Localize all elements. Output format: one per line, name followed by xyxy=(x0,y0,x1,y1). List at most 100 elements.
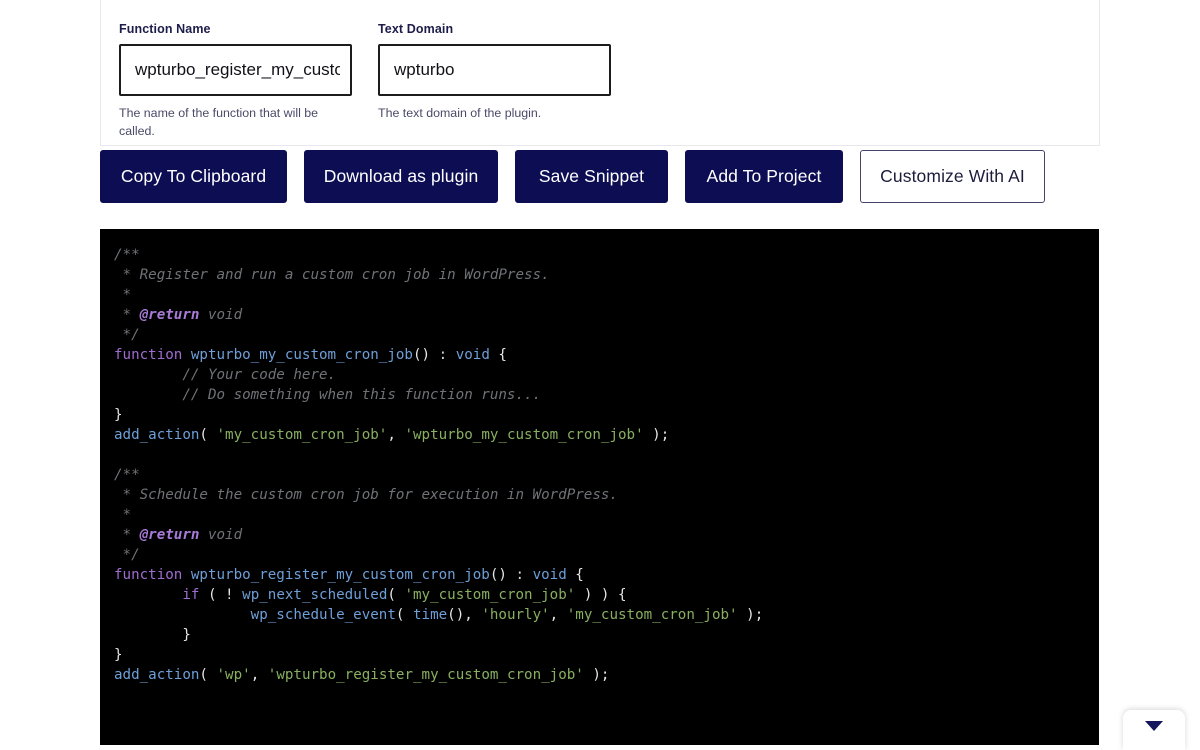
code-token: 'wp' xyxy=(216,667,251,683)
function-name-input[interactable] xyxy=(119,44,352,96)
code-line: * xyxy=(114,285,1085,305)
code-token: /** xyxy=(114,467,140,483)
code-token: 'my_custom_cron_job' xyxy=(566,607,738,623)
code-line: if ( ! wp_next_scheduled( 'my_custom_cro… xyxy=(114,585,1085,605)
code-token: add_action xyxy=(114,667,200,683)
code-token: @return xyxy=(139,307,200,323)
code-token: 'my_custom_cron_job' xyxy=(216,427,388,443)
code-line: } xyxy=(114,405,1085,425)
code-token: */ xyxy=(114,327,140,343)
code-token: { xyxy=(489,347,507,363)
code-token: add_action xyxy=(114,427,200,443)
code-token: time xyxy=(412,607,448,623)
code-token: } xyxy=(114,647,123,663)
download-as-plugin-button[interactable]: Download as plugin xyxy=(304,150,498,203)
code-token: () xyxy=(412,347,431,363)
code-token: void xyxy=(532,567,567,583)
field-group-function-name: Function Name The name of the function t… xyxy=(119,22,352,145)
action-toolbar: Copy To Clipboard Download as plugin Sav… xyxy=(100,150,1100,203)
collapse-widget-button[interactable] xyxy=(1123,710,1185,750)
code-token: * xyxy=(114,527,140,543)
code-line: add_action( 'my_custom_cron_job', 'wptur… xyxy=(114,425,1085,445)
add-to-project-button[interactable]: Add To Project xyxy=(685,150,843,203)
code-token: ( xyxy=(199,667,217,683)
save-snippet-button[interactable]: Save Snippet xyxy=(515,150,668,203)
chevron-down-icon xyxy=(1145,721,1163,731)
code-token: 'my_custom_cron_job' xyxy=(404,587,576,603)
code-line: * Register and run a custom cron job in … xyxy=(114,265,1085,285)
generator-form-card: Function Name The name of the function t… xyxy=(100,0,1100,146)
code-token: * xyxy=(114,287,132,303)
copy-to-clipboard-button[interactable]: Copy To Clipboard xyxy=(100,150,287,203)
code-token: /** xyxy=(114,247,140,263)
field-group-text-domain: Text Domain The text domain of the plugi… xyxy=(378,22,611,145)
code-line: */ xyxy=(114,325,1085,345)
code-token: () xyxy=(489,567,507,583)
page-root: Function Name The name of the function t… xyxy=(0,0,1200,750)
code-line: // Your code here. xyxy=(114,365,1085,385)
code-line: } xyxy=(114,645,1085,665)
code-token: ( ! xyxy=(199,587,243,603)
code-token: ( xyxy=(199,427,217,443)
customize-with-ai-button[interactable]: Customize With AI xyxy=(860,150,1045,203)
code-line: * xyxy=(114,505,1085,525)
code-token: void xyxy=(199,307,243,323)
code-line: */ xyxy=(114,545,1085,565)
code-line: /** xyxy=(114,465,1085,485)
code-token: @return xyxy=(139,527,200,543)
code-token: * xyxy=(114,507,132,523)
code-token: if xyxy=(182,587,200,603)
code-line: * Schedule the custom cron job for execu… xyxy=(114,485,1085,505)
code-token: ) ) { xyxy=(575,587,627,603)
code-line: function wpturbo_my_custom_cron_job() : … xyxy=(114,345,1085,365)
code-line: function wpturbo_register_my_custom_cron… xyxy=(114,565,1085,585)
code-token: } xyxy=(182,627,191,643)
code-line: wp_schedule_event( time(), 'hourly', 'my… xyxy=(114,605,1085,625)
function-name-help: The name of the function that will be ca… xyxy=(119,106,319,139)
code-token: (), xyxy=(447,607,482,623)
code-token: 'wpturbo_my_custom_cron_job' xyxy=(404,427,644,443)
code-cutoff-row xyxy=(100,745,1099,750)
text-domain-help: The text domain of the plugin. xyxy=(378,106,542,120)
code-token: ); xyxy=(643,427,670,443)
generated-code-panel[interactable]: /** * Register and run a custom cron job… xyxy=(100,229,1099,745)
code-token: , xyxy=(387,427,405,443)
code-token: 'hourly' xyxy=(481,607,550,623)
code-token: ( xyxy=(387,587,405,603)
code-token: // Your code here. xyxy=(182,367,337,383)
code-content: /** * Register and run a custom cron job… xyxy=(100,245,1099,685)
code-token: ); xyxy=(583,667,610,683)
code-line: } xyxy=(114,625,1085,645)
text-domain-label: Text Domain xyxy=(378,22,454,36)
code-line: /** xyxy=(114,245,1085,265)
code-token: wpturbo_register_my_custom_cron_job xyxy=(190,567,490,583)
function-name-label: Function Name xyxy=(119,22,211,36)
code-token: // Do something when this function runs.… xyxy=(182,387,542,403)
code-token: ( xyxy=(395,607,413,623)
code-line: // Do something when this function runs.… xyxy=(114,385,1085,405)
code-token: function xyxy=(114,347,183,363)
code-token: */ xyxy=(114,547,140,563)
code-token: void xyxy=(199,527,243,543)
code-token: , xyxy=(549,607,567,623)
code-token: function xyxy=(114,567,183,583)
code-token: wp_next_scheduled xyxy=(242,587,388,603)
code-token: wp_schedule_event xyxy=(250,607,396,623)
code-line: add_action( 'wp', 'wpturbo_register_my_c… xyxy=(114,665,1085,685)
code-token: : xyxy=(506,567,533,583)
code-line: * @return void xyxy=(114,305,1085,325)
code-token: * Register and run a custom cron job in … xyxy=(114,267,550,283)
text-domain-input[interactable] xyxy=(378,44,611,96)
code-token: 'wpturbo_register_my_custom_cron_job' xyxy=(267,667,584,683)
code-token: wpturbo_my_custom_cron_job xyxy=(190,347,413,363)
code-token: * xyxy=(114,307,140,323)
code-token: : xyxy=(430,347,456,363)
